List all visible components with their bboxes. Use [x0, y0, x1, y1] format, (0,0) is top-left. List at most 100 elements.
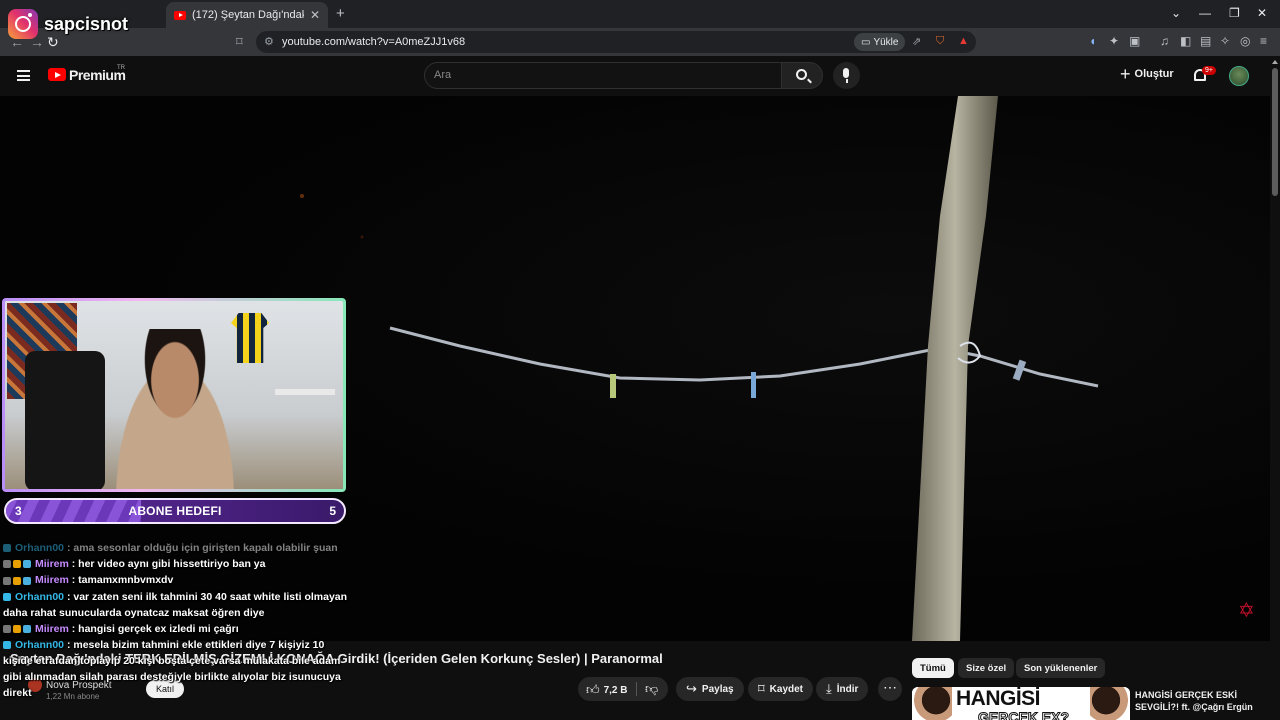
- chat-badges: [3, 637, 13, 653]
- search-input[interactable]: [434, 69, 764, 81]
- dislike-icon[interactable]: 👎︎: [645, 681, 658, 697]
- share-button[interactable]: ↪ Paylaş: [676, 677, 744, 701]
- chat-badge-icon: [13, 625, 21, 634]
- page-scrollbar[interactable]: [1270, 56, 1280, 720]
- sidebar-icon[interactable]: ◧: [1180, 34, 1191, 48]
- install-label: Yükle: [873, 36, 899, 48]
- chat-username: Orhann00: [15, 542, 65, 554]
- chat-text: : ama sesonlar olduğu için girişten kapa…: [66, 542, 338, 554]
- chat-badges: [3, 573, 33, 589]
- thumbnail-text: HANGİSİ: [956, 687, 1041, 710]
- minimize-icon[interactable]: —: [1199, 6, 1211, 20]
- chat-text: : tamamxmnbvmxdv: [71, 574, 174, 587]
- gaming-chair: [25, 351, 105, 489]
- like-dislike-group: 👍︎ 7,2 B 👎︎: [578, 677, 668, 701]
- browser-toolbar: ← → ↻ ⌑ ⚙ youtube.com/watch?v=A0meZJJ1v6…: [0, 28, 1280, 56]
- audio-playing-icon[interactable]: ◖: [1089, 34, 1096, 48]
- chat-badge-icon: [3, 560, 11, 569]
- brave-rewards-icon[interactable]: ▲: [958, 35, 969, 47]
- create-button[interactable]: + Oluştur: [1120, 64, 1174, 84]
- side-table: [275, 389, 335, 395]
- more-actions-icon[interactable]: ⋯: [878, 677, 902, 701]
- chat-badge-icon: [3, 592, 11, 601]
- tab-close-icon[interactable]: ✕: [310, 8, 320, 22]
- chat-text: : her video aynı gibi hissettiriyo ban y…: [71, 558, 266, 571]
- address-bar[interactable]: ⚙ youtube.com/watch?v=A0meZJJ1v68 ▭ Yükle…: [256, 31, 976, 53]
- instagram-icon: [8, 9, 38, 39]
- chip-for-you[interactable]: Size özel: [958, 658, 1015, 678]
- voice-search-button[interactable]: [833, 62, 860, 89]
- youtube-logo-icon[interactable]: [48, 68, 66, 81]
- brave-shield-icon[interactable]: ⛉: [936, 35, 944, 48]
- browser-tab-active[interactable]: (172) Şeytan Dağı'ndaki TERK ED ✕: [166, 2, 328, 28]
- streamer-figure: [100, 329, 250, 489]
- browser-tab-bar: (172) Şeytan Dağı'ndaki TERK ED ✕ + ⌄ — …: [0, 0, 1280, 28]
- search-button[interactable]: [781, 62, 823, 89]
- chat-message: Orhann00 : mesela bizim tahmini ekle ett…: [3, 637, 353, 701]
- download-button[interactable]: ⤓ İndir: [816, 677, 869, 701]
- chat-message: Miirem : tamamxmnbvmxdv: [3, 572, 353, 588]
- new-tab-icon[interactable]: +: [336, 5, 345, 22]
- chat-badge-icon: [3, 576, 11, 585]
- tab-search-chevron-icon[interactable]: ⌄: [1171, 6, 1181, 20]
- thumbnail-face-right: [1090, 687, 1130, 720]
- stream-chat-overlay: Orhann00 : ama sesonlar olduğu için giri…: [3, 540, 353, 701]
- leo-ai-icon[interactable]: ✧: [1220, 34, 1230, 48]
- chat-username: Miirem: [35, 558, 69, 571]
- screenshot-icon[interactable]: ▣: [1129, 34, 1140, 48]
- download-icon: ⤓: [826, 681, 832, 696]
- account-avatar[interactable]: [1229, 66, 1249, 86]
- share-icon: ↪: [686, 681, 697, 696]
- install-app-button[interactable]: ▭ Yükle: [854, 33, 906, 51]
- media-controls-icon[interactable]: ♫: [1160, 34, 1169, 48]
- chip-all[interactable]: Tümü: [912, 658, 954, 678]
- instagram-handle: sapcisnot: [44, 13, 129, 34]
- scroll-up-icon[interactable]: [1272, 60, 1278, 64]
- thumbnail-face-left: [912, 687, 952, 720]
- recommended-thumbnail[interactable]: HANGİSİ GERÇEK EX?: [912, 687, 1130, 720]
- search-icon: [796, 69, 807, 80]
- share-label: Paylaş: [701, 683, 734, 695]
- search-box: [424, 62, 782, 89]
- like-count: 7,2 B: [603, 684, 628, 696]
- pentagram-watermark-icon: ✡: [1238, 600, 1255, 622]
- site-info-icon[interactable]: ⚙: [264, 35, 274, 48]
- tab-title: (172) Şeytan Dağı'ndaki TERK ED: [192, 9, 304, 21]
- like-divider: [636, 682, 637, 696]
- chat-message: Miirem : her video aynı gibi hissettiriy…: [3, 556, 353, 572]
- wallet-icon[interactable]: ▤: [1200, 34, 1211, 48]
- recommended-title[interactable]: HANGİSİ GERÇEK ESKİ SEVGİLİ?! ft. @Çağrı…: [1135, 689, 1265, 713]
- chat-username: Miirem: [35, 622, 69, 635]
- share-page-icon[interactable]: ⇗: [912, 35, 921, 48]
- chat-badge-icon: [3, 641, 11, 650]
- browser-menu-icon[interactable]: ≡: [1260, 34, 1267, 48]
- bookmark-icon[interactable]: ⌑: [236, 34, 243, 50]
- maximize-icon[interactable]: ❐: [1229, 6, 1240, 20]
- chat-username: Orhann00: [15, 590, 65, 603]
- guide-menu-icon[interactable]: [17, 70, 30, 81]
- like-button[interactable]: 👍︎ 7,2 B: [586, 682, 628, 698]
- subscriber-goal-bar: 3 ABONE HEDEFI 5: [4, 498, 346, 524]
- chat-message: Orhann00 : ama sesonlar olduğu için giri…: [3, 540, 353, 556]
- chat-badge-icon: [23, 560, 31, 569]
- chat-badge-icon: [3, 625, 11, 634]
- plus-icon: +: [1120, 64, 1131, 84]
- chat-username: Orhann00: [15, 639, 65, 652]
- streamer-webcam: [2, 298, 346, 492]
- bookmark-save-icon: ⌑: [758, 681, 765, 696]
- vpn-icon[interactable]: ◎: [1240, 34, 1250, 48]
- close-window-icon[interactable]: ✕: [1257, 6, 1267, 20]
- chat-text: : hangisi gerçek ex izledi mi çağrı: [71, 622, 239, 635]
- thumbs-up-icon: 👍︎: [586, 682, 600, 697]
- goal-label: ABONE HEDEFI: [128, 504, 222, 518]
- extensions-icon[interactable]: ✦: [1109, 34, 1119, 48]
- chip-recently-uploaded[interactable]: Son yüklenenler: [1016, 658, 1106, 678]
- scrollbar-thumb[interactable]: [1272, 68, 1278, 196]
- save-button[interactable]: ⌑ Kaydet: [748, 677, 814, 701]
- install-icon: ▭: [861, 36, 871, 48]
- youtube-header: Premium TR +Oluştur 9+: [0, 56, 1280, 96]
- chat-badges: [3, 621, 33, 637]
- youtube-favicon-icon: [174, 10, 186, 20]
- region-code: TR: [117, 65, 125, 71]
- download-label: İndir: [836, 683, 859, 695]
